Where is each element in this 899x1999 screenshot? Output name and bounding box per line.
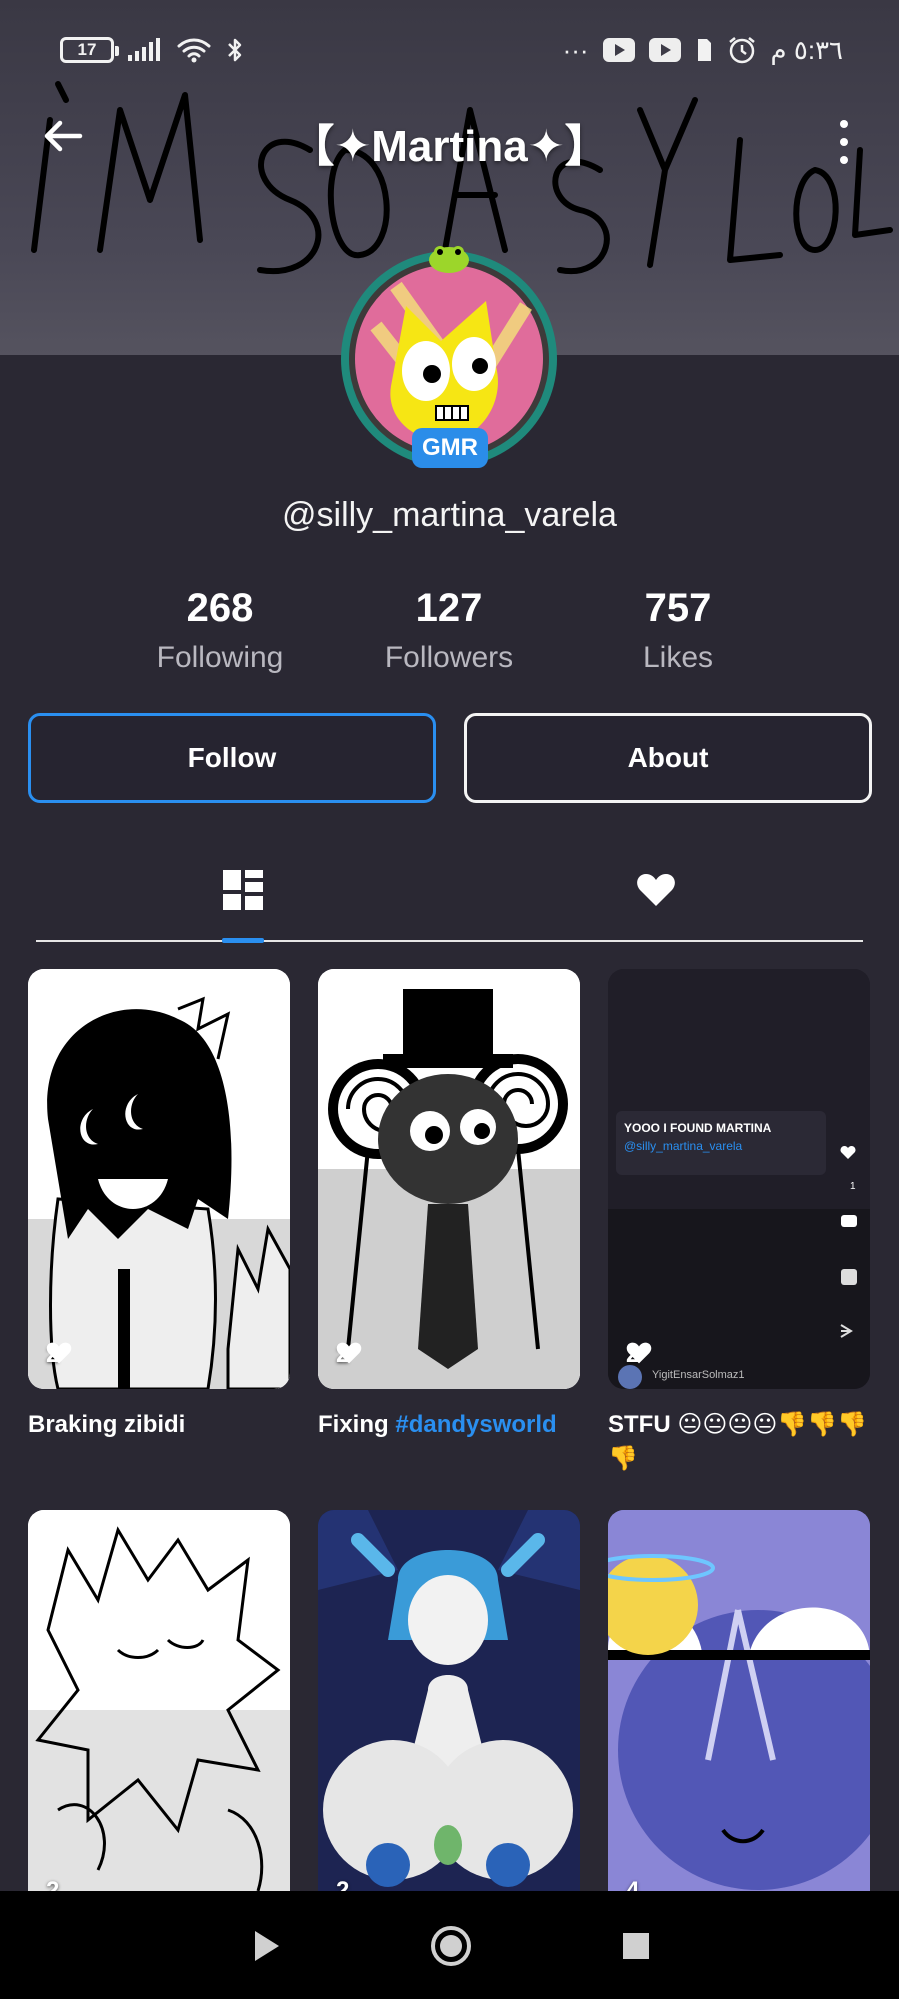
post-card[interactable]: 2 [28,1510,290,1891]
overlay-comment-text: YOOO I FOUND MARTINA [624,1121,772,1135]
follow-button[interactable]: Follow [28,713,436,803]
nav-recents-button[interactable] [611,1921,661,1971]
active-tab-indicator [222,938,264,943]
post-like-count: 2 [46,1877,59,1891]
stat-likes-label: Likes [642,641,714,674]
post-card[interactable]: 2 [318,1510,580,1891]
post-caption: Braking zibidi [28,1411,186,1438]
post-caption-text: Fixing [318,1411,396,1438]
youtube-icon [602,38,635,62]
overlay-username: YigitEnsarSolmaz1 [652,1369,745,1381]
about-button[interactable]: About [464,713,872,803]
back-triangle-icon [255,1931,279,1961]
nav-back-button[interactable] [241,1921,291,1971]
battery-icon: 17 [60,37,119,63]
signal-icon [128,38,160,61]
hashtag-link[interactable]: #dandysworld [395,1411,556,1438]
clock-time: ٥:٣٦ م [770,34,843,65]
stat-following[interactable]: 268 Following [120,586,320,675]
post-card[interactable]: 2 [28,969,290,1389]
heart-icon [336,1342,362,1364]
more-notifications-icon: ··· [562,34,589,65]
heart-icon [626,1342,652,1364]
post-thumbnail [28,969,290,1389]
post-like-count: 2 [336,1877,349,1891]
post-like-count: 2 [336,1341,362,1369]
gmr-badge: GMR [412,428,488,468]
wifi-icon [177,38,211,63]
username-handle: @silly_martina_varela [282,496,617,534]
overlay-like-count: 1 [850,1181,856,1192]
stat-followers-label: Followers [384,641,514,674]
post-like-count: 2 [46,1341,72,1369]
post-thumbnail [318,1510,580,1891]
post-caption: Fixing #dandysworld [318,1408,580,1442]
system-nav-bar [0,1891,899,1999]
profile-title: 【✦Martina✦】 [290,122,609,171]
frog-decoration [429,246,469,273]
stat-likes-value: 757 [644,586,712,630]
stat-followers-value: 127 [415,586,483,630]
battery-level: 17 [77,40,97,59]
heart-icon [46,1342,72,1364]
post-thumbnail [608,1510,870,1891]
sim-card-icon [697,39,711,61]
post-thumbnail [28,1510,290,1891]
alarm-icon [728,37,755,64]
tab-liked[interactable] [626,860,686,920]
profile-tabs [36,850,863,943]
more-options-icon[interactable] [826,120,862,164]
tab-posts[interactable] [213,860,273,920]
overlay-comment-handle: @silly_martina_varela [624,1139,743,1153]
post-likes-value: 4 [626,1877,640,1891]
post-likes-value: 2 [336,1877,350,1891]
post-card[interactable]: YOOO I FOUND MARTINA @silly_martina_vare… [608,969,870,1389]
stat-following-value: 268 [186,586,254,630]
post-like-count: 4 [626,1877,639,1891]
stat-likes: 757 Likes [578,586,778,675]
post-card[interactable]: 2 [318,969,580,1389]
recents-square-icon [623,1933,649,1959]
post-caption: STFU 😐😐😐😐👎👎👎👎 [608,1411,868,1472]
stat-following-label: Following [156,641,284,674]
youtube-icon-2 [648,38,681,62]
post-thumbnail [318,969,580,1389]
grid-icon [223,870,263,910]
home-circle-icon [431,1926,471,1966]
post-thumbnail [608,969,870,1389]
status-bar: 17 ··· ٥:٣٦ م [0,22,899,78]
post-like-count: 2 [626,1341,652,1369]
post-card[interactable]: 4 [608,1510,870,1891]
post-likes-value: 2 [46,1877,60,1891]
stat-followers[interactable]: 127 Followers [349,586,549,675]
bluetooth-icon [228,38,242,62]
nav-home-button[interactable] [426,1921,476,1971]
heart-icon [637,874,675,906]
